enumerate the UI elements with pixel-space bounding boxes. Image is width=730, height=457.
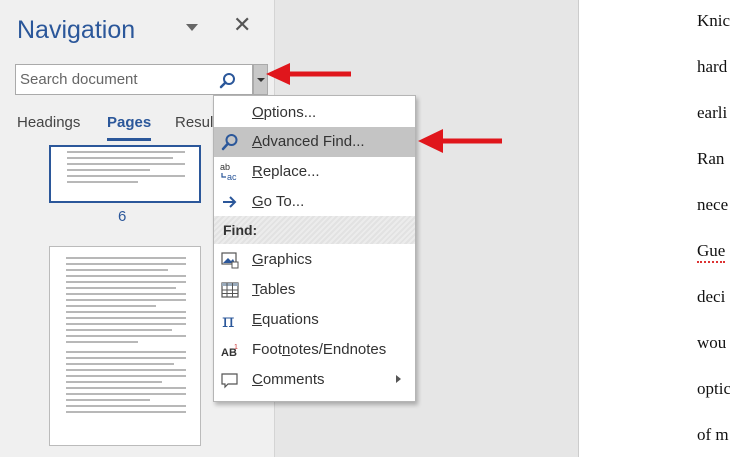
- pane-title: Navigation: [17, 16, 136, 44]
- page-thumbnail-7[interactable]: [49, 246, 201, 446]
- svg-text:ac: ac: [227, 172, 237, 182]
- table-icon: [221, 282, 239, 298]
- tab-pages[interactable]: Pages: [107, 114, 151, 131]
- find-section-header: Find:: [214, 216, 415, 244]
- svg-text:π: π: [222, 310, 235, 330]
- menu-item-goto[interactable]: Go To...: [214, 187, 415, 217]
- comment-icon: [221, 373, 238, 389]
- svg-text:ab: ab: [220, 162, 230, 172]
- doc-text-line: optic: [697, 379, 730, 398]
- menu-item-comments[interactable]: Comments: [214, 365, 415, 395]
- magnifier-icon: [221, 134, 238, 151]
- menu-item-replace[interactable]: ab ac Replace...: [214, 157, 415, 187]
- doc-text-line: hard: [697, 57, 728, 76]
- pane-options-chevron-icon[interactable]: [186, 24, 198, 31]
- menu-item-options[interactable]: Options...: [214, 98, 415, 128]
- page-number: 6: [118, 208, 127, 225]
- goto-arrow-icon: [223, 196, 237, 208]
- document-page[interactable]: Knic hard earli Ran nece Gue deci wou op…: [578, 0, 730, 457]
- doc-text-line: nece: [697, 195, 729, 214]
- submenu-arrow-icon: [396, 375, 401, 383]
- word-window: Navigation ✕ Headings Pages Result 6: [0, 0, 730, 457]
- replace-icon: ab ac: [220, 162, 237, 182]
- close-icon[interactable]: ✕: [233, 14, 251, 36]
- menu-item-advanced-find[interactable]: Advanced Find...: [214, 127, 415, 157]
- doc-text-line: earli: [697, 103, 728, 122]
- graphics-icon: [221, 252, 239, 269]
- menu-item-equations[interactable]: π Equations: [214, 305, 415, 335]
- doc-text-line: Knic: [697, 11, 730, 30]
- doc-text-line: of m: [697, 425, 729, 444]
- red-arrow-search-options-icon: [266, 63, 351, 85]
- search-box[interactable]: [15, 64, 253, 95]
- search-input[interactable]: [20, 71, 210, 88]
- footnote-icon: AB 1: [221, 344, 238, 359]
- tab-results[interactable]: Result: [175, 114, 218, 131]
- doc-text-line: wou: [697, 333, 727, 352]
- menu-item-tables[interactable]: Tables: [214, 275, 415, 305]
- red-arrow-advanced-find-icon: [418, 129, 502, 153]
- search-icon[interactable]: [218, 71, 238, 91]
- doc-text-line-misspelled: Gue: [697, 241, 726, 263]
- svg-text:1: 1: [234, 344, 238, 351]
- nav-tabs: Headings Pages Result: [17, 114, 218, 144]
- search-options-menu: Options... Advanced Find... ab ac Replac…: [213, 95, 416, 402]
- tab-headings[interactable]: Headings: [17, 114, 80, 131]
- pi-icon: π: [222, 310, 235, 330]
- doc-text-line: Ran: [697, 149, 725, 168]
- active-tab-underline: [107, 138, 151, 141]
- menu-item-graphics[interactable]: Graphics: [214, 245, 415, 275]
- menu-item-footnotes[interactable]: AB 1 Footnotes/Endnotes: [214, 335, 415, 365]
- page-thumbnail-6[interactable]: [49, 145, 201, 203]
- doc-text-line: deci: [697, 287, 726, 306]
